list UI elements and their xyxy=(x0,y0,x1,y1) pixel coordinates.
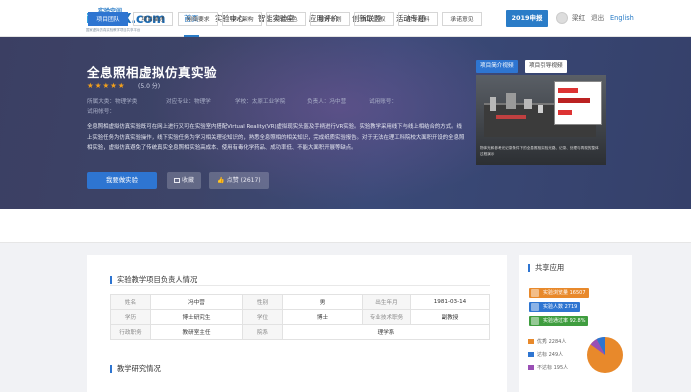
rating-stars: ★★★★★ xyxy=(87,81,126,90)
table-cell-key: 性别 xyxy=(242,294,283,310)
legend-item: 达标 249人 xyxy=(528,351,563,358)
leader-info-table: 姓名 冯中营 性别 男 出生年月 1981-03-14 学历 博士研究生 学位 … xyxy=(110,294,490,340)
tab-architecture[interactable]: 技术架构 xyxy=(222,12,262,26)
optical-mount xyxy=(490,97,496,111)
project-tab-bar xyxy=(0,209,691,243)
meta-guest-account: 试用帐号： xyxy=(87,109,115,115)
tab-network[interactable]: 网络要求 xyxy=(178,12,218,26)
meta-leader: 负责人：冯中营 xyxy=(307,99,347,105)
tab-description[interactable]: 项目描述 xyxy=(133,12,173,26)
user-name-link[interactable]: 梁红 xyxy=(572,0,585,37)
leader-section-title: 实验教学项目负责人情况 xyxy=(110,276,197,284)
table-cell-key: 学位 xyxy=(242,309,283,325)
apply-2019-button[interactable]: 2019申报 xyxy=(506,10,548,27)
table-row: 行政职务 教研室主任 院系 理学系 xyxy=(110,324,490,340)
tab-service-plan[interactable]: 服务计划 xyxy=(310,12,350,26)
legend-swatch xyxy=(528,339,534,344)
thumbs-up-icon: 👍 xyxy=(217,177,227,184)
logo-subtitle: 国家虚拟仿真实验教学项目共享平台 xyxy=(86,28,141,32)
pass-rate-label: 实验通过率 92.8% xyxy=(543,318,586,324)
table-cell-value: 副教授 xyxy=(410,309,490,325)
pass-rate-badge: 实验通过率 92.8% xyxy=(529,316,589,326)
table-cell-value: 博士研究生 xyxy=(150,309,243,325)
tab-attachments[interactable]: 附件材料 xyxy=(398,12,438,26)
participants-badge: 实验人数 2719 xyxy=(529,302,581,312)
table-row: 姓名 冯中营 性别 男 出生年月 1981-03-14 xyxy=(110,294,490,310)
tab-guide-video[interactable]: 项目引导视频 xyxy=(525,60,567,73)
eye-icon xyxy=(531,289,539,297)
table-row: 学历 博士研究生 学位 博士 专业技术职务 副教授 xyxy=(110,309,490,325)
user-avatar[interactable] xyxy=(556,12,568,24)
result-pie-chart xyxy=(587,336,623,373)
table-cell-value: 男 xyxy=(282,294,363,310)
share-title: 共享应用 xyxy=(528,264,564,272)
project-title: 全息照相虚拟仿真实验 xyxy=(87,65,218,80)
table-cell-key: 专业技术职务 xyxy=(362,309,411,325)
legend-item: 不达标 195人 xyxy=(528,364,568,371)
meta-category: 所属大类：物理学类 xyxy=(87,99,138,105)
do-experiment-button[interactable]: 我要做实验 xyxy=(87,172,157,189)
optical-mount xyxy=(524,99,532,109)
table-cell-key: 姓名 xyxy=(110,294,151,310)
table-cell-key: 院系 xyxy=(242,324,283,340)
inset-red-mark xyxy=(558,98,590,103)
meta-trial-account: 试用账号： xyxy=(369,99,397,105)
legend-swatch xyxy=(528,352,534,357)
english-link[interactable]: English xyxy=(610,0,634,37)
teaching-research-title: 教学研究情况 xyxy=(110,365,161,373)
favorite-icon xyxy=(173,178,180,183)
tab-team[interactable]: 项目团队 xyxy=(88,12,128,26)
participants-label: 实验人数 2719 xyxy=(543,304,578,310)
optical-mount xyxy=(506,93,516,109)
check-icon xyxy=(531,317,539,325)
tab-intro-video[interactable]: 项目简介视频 xyxy=(476,60,518,73)
table-cell-key: 出生年月 xyxy=(362,294,411,310)
tab-ip[interactable]: 知识产权 xyxy=(354,12,394,26)
legend-swatch xyxy=(528,365,534,370)
legend-label: 达标 249人 xyxy=(537,352,564,358)
tab-features[interactable]: 项目特色 xyxy=(266,12,306,26)
inset-red-mark xyxy=(558,110,572,115)
table-cell-value: 1981-03-14 xyxy=(410,294,490,310)
optical-mount xyxy=(538,105,543,113)
tab-commitment[interactable]: 承诺意见 xyxy=(442,12,482,26)
meta-school: 学校：太原工业学院 xyxy=(235,99,286,105)
favorite-button[interactable]: 收藏 xyxy=(167,172,201,189)
table-cell-value: 博士 xyxy=(282,309,363,325)
table-cell-value: 理学系 xyxy=(282,324,490,340)
video-caption: 物体光和参考光记录条件下的全息照相实验光路、记录、处理与再现的整体过程演示 xyxy=(480,146,599,156)
video-player[interactable]: 物体光和参考光记录条件下的全息照相实验光路、记录、处理与再现的整体过程演示 xyxy=(476,75,606,165)
legend-label: 不达标 195人 xyxy=(537,365,569,371)
favorite-label: 收藏 xyxy=(181,177,194,184)
table-cell-key: 学历 xyxy=(110,309,151,325)
user-icon xyxy=(531,303,539,311)
table-cell-key: 行政职务 xyxy=(110,324,151,340)
table-cell-value: 冯中营 xyxy=(150,294,243,310)
section-divider xyxy=(110,285,490,286)
legend-label: 优秀 2284人 xyxy=(537,339,567,345)
rating-score: (5.0 分) xyxy=(138,83,161,90)
views-badge: 实验浏览量 16507 xyxy=(529,288,589,298)
table-cell-value: 教研室主任 xyxy=(150,324,243,340)
legend-item: 优秀 2284人 xyxy=(528,338,566,345)
logout-link[interactable]: 退出 xyxy=(591,0,604,37)
video-inset-screen xyxy=(554,81,602,125)
project-description: 全息照相虚拟仿真实验既可在网上进行又可在实验室内搭配Virtual Realit… xyxy=(87,124,465,151)
views-label: 实验浏览量 16507 xyxy=(543,290,586,296)
like-label: 点赞 (2617) xyxy=(226,177,261,184)
like-button[interactable]: 👍 点赞 (2617) xyxy=(209,172,269,189)
meta-major: 对应专业：物理学 xyxy=(166,99,211,105)
laser-source xyxy=(496,115,526,119)
inset-red-mark xyxy=(558,88,578,93)
